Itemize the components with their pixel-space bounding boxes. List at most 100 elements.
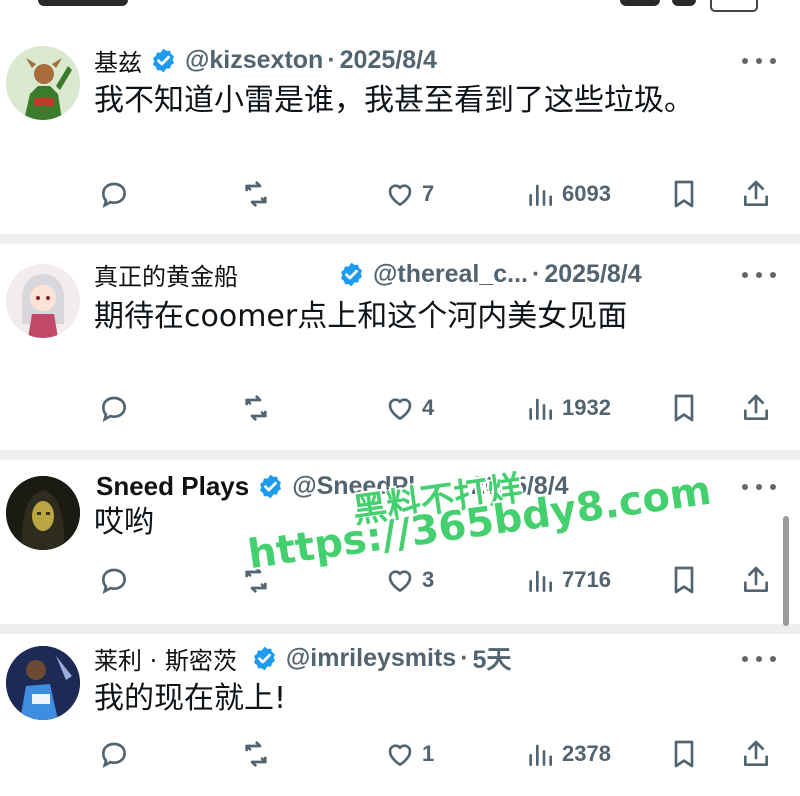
action-bar: 3 7716	[0, 560, 800, 600]
avatar[interactable]	[6, 264, 80, 338]
share-button[interactable]	[740, 174, 772, 214]
reply-icon	[101, 396, 127, 423]
like-button[interactable]: 7	[384, 174, 434, 214]
author-row: 真正的黄金船 @thereal_c... · 2025/8/4	[94, 256, 642, 292]
view-count: 2378	[562, 741, 611, 766]
reply-button[interactable]	[98, 734, 136, 774]
views-icon	[529, 570, 552, 592]
tweet-text: 期待在coomer点上和这个河内美女见面	[94, 299, 628, 334]
handle[interactable]: @SneedPl	[292, 472, 415, 501]
reply-button[interactable]	[98, 388, 136, 428]
author-row: 基兹 @kizsexton · 2025/8/4	[94, 42, 437, 78]
repost-icon	[245, 395, 267, 421]
tweet-text: 哎哟	[94, 505, 154, 540]
views-button[interactable]: 2378	[524, 734, 611, 774]
more-icon[interactable]	[742, 482, 776, 492]
signal-remnant	[620, 0, 660, 6]
bookmark-icon	[674, 394, 694, 422]
bookmark-icon	[674, 740, 694, 768]
wifi-remnant	[672, 0, 696, 6]
tweet-3[interactable]: Sneed Plays @SneedPl 2025/8/4 哎哟 3 7716	[0, 460, 800, 624]
view-count: 6093	[562, 181, 611, 206]
divider	[0, 450, 800, 460]
separator: ·	[327, 45, 336, 74]
handle[interactable]: @kizsexton	[185, 46, 323, 75]
action-bar: 1 2378	[0, 734, 800, 774]
views-icon	[529, 744, 552, 766]
heart-icon	[388, 184, 412, 206]
bookmark-icon	[674, 180, 694, 208]
like-button[interactable]: 3	[384, 560, 434, 600]
avatar[interactable]	[6, 646, 80, 720]
action-bar: 4 1932	[0, 388, 800, 428]
repost-icon	[245, 741, 267, 767]
share-button[interactable]	[740, 734, 772, 774]
view-count: 7716	[562, 567, 611, 592]
scrollbar[interactable]	[783, 516, 789, 626]
share-icon	[744, 740, 768, 766]
separator: ·	[460, 643, 469, 672]
handle[interactable]: @imrileysmits	[286, 644, 456, 673]
like-count: 4	[422, 395, 435, 420]
bookmark-button[interactable]	[668, 734, 700, 774]
verified-badge-icon	[260, 474, 282, 498]
like-count: 3	[422, 567, 435, 592]
repost-icon	[245, 181, 267, 207]
post-date[interactable]: 2025/8/4	[340, 46, 437, 75]
bookmark-button[interactable]	[668, 560, 700, 600]
views-button[interactable]: 1932	[524, 388, 611, 428]
more-icon[interactable]	[742, 56, 776, 66]
verified-badge-icon	[341, 262, 362, 286]
like-button[interactable]: 4	[384, 388, 434, 428]
repost-icon	[245, 567, 267, 593]
handle[interactable]: @thereal_c...	[373, 260, 528, 289]
repost-button[interactable]	[240, 388, 278, 428]
verified-badge-icon	[153, 48, 174, 72]
avatar[interactable]	[6, 46, 80, 120]
reply-icon	[101, 568, 127, 595]
author-row: Sneed Plays @SneedPl 2025/8/4	[96, 468, 569, 504]
views-icon	[529, 398, 552, 420]
reply-button[interactable]	[98, 560, 136, 600]
view-count: 1932	[562, 395, 611, 420]
repost-button[interactable]	[240, 734, 278, 774]
avatar[interactable]	[6, 476, 80, 550]
reply-button[interactable]	[98, 174, 136, 214]
repost-button[interactable]	[240, 560, 278, 600]
bookmark-icon	[674, 566, 694, 594]
like-count: 7	[422, 181, 435, 206]
tweet-1[interactable]: 基兹 @kizsexton · 2025/8/4 我不知道小雷是谁，我甚至看到了…	[0, 14, 800, 234]
post-date[interactable]: 2025/8/4	[471, 472, 568, 501]
share-button[interactable]	[740, 560, 772, 600]
post-date[interactable]: 2025/8/4	[544, 260, 641, 289]
display-name[interactable]: 莱利 · 斯密茨	[94, 641, 237, 676]
tweet-text: 我不知道小雷是谁，我甚至看到了这些垃圾。	[94, 83, 694, 118]
display-name[interactable]: 基兹	[94, 43, 142, 78]
tweet-4[interactable]: 莱利 · 斯密茨 @imrileysmits · 5天 我的现在就上! 1 23…	[0, 634, 800, 796]
more-icon[interactable]	[742, 270, 776, 280]
repost-button[interactable]	[240, 174, 278, 214]
display-name[interactable]: Sneed Plays	[96, 471, 249, 502]
share-icon	[744, 566, 768, 592]
views-icon	[529, 184, 552, 206]
views-button[interactable]: 6093	[524, 174, 611, 214]
tweet-2[interactable]: 真正的黄金船 @thereal_c... · 2025/8/4 期待在coome…	[0, 244, 800, 450]
bookmark-button[interactable]	[668, 388, 700, 428]
battery-remnant	[710, 0, 758, 12]
action-bar: 7 6093	[0, 174, 800, 214]
title-remnant	[38, 0, 128, 6]
more-icon[interactable]	[742, 654, 776, 664]
like-button[interactable]: 1	[384, 734, 434, 774]
bookmark-button[interactable]	[668, 174, 700, 214]
author-row: 莱利 · 斯密茨 @imrileysmits · 5天	[94, 640, 511, 676]
share-button[interactable]	[740, 388, 772, 428]
views-button[interactable]: 7716	[524, 560, 611, 600]
top-bar-remnant	[0, 0, 800, 14]
verified-badge-icon	[253, 646, 275, 670]
post-date[interactable]: 5天	[473, 640, 512, 676]
share-icon	[744, 394, 768, 420]
heart-icon	[388, 570, 412, 592]
tweet-text: 我的现在就上!	[94, 681, 287, 716]
display-name[interactable]: 真正的黄金船	[94, 257, 238, 292]
like-count: 1	[422, 741, 435, 766]
